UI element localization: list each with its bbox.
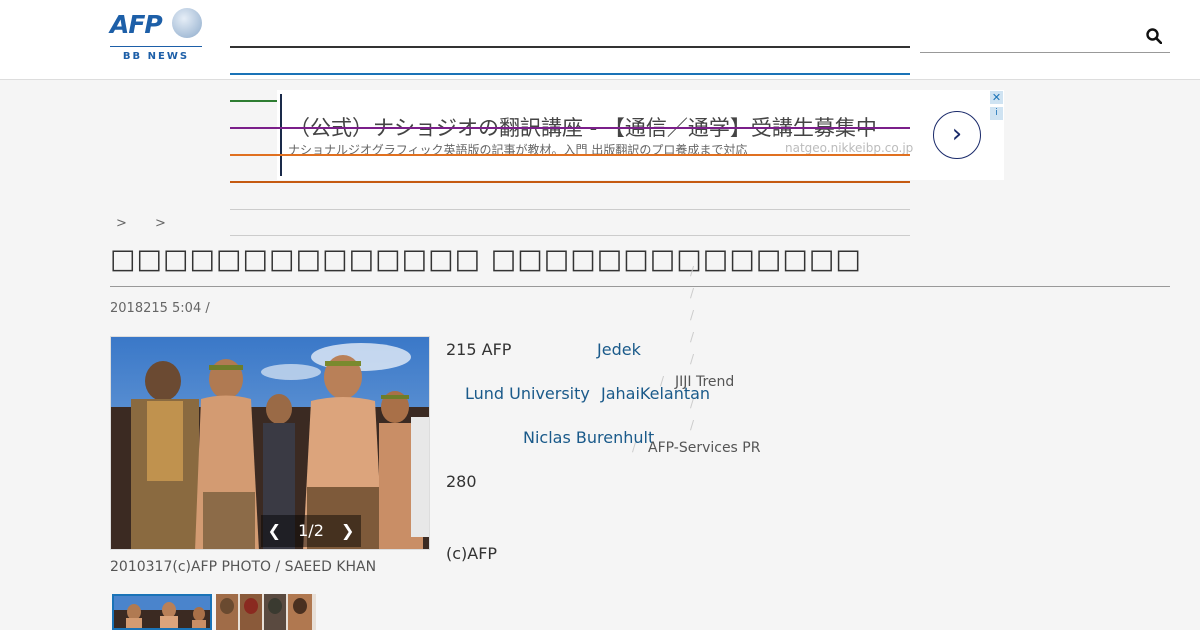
logo-text: AFP [110,10,163,39]
separator: / [690,308,695,322]
link-niclas-burenhult[interactable]: Niclas Burenhult [523,428,654,447]
nav-rule-5-over [230,154,910,156]
ad-accent-bar [280,94,282,176]
search-icon[interactable] [1146,28,1162,44]
separator: / [690,418,695,432]
ad-url[interactable]: natgeo.nikkeibp.co.jp [785,141,913,155]
thumbnail-1[interactable] [112,594,212,630]
paragraph-number: 280 [446,472,477,491]
breadcrumb-separator: > [155,216,166,231]
site-header: AFP BB NEWS [0,0,1200,80]
divider [230,209,910,210]
article-credit: (c)AFP [446,544,498,563]
separator: / [690,330,695,344]
breadcrumb-separator: > [116,216,127,231]
link-lund-university[interactable]: Lund University [465,384,590,403]
article-photo[interactable]: ❮ 1/2 ❯ [110,336,430,550]
separator: / [690,352,695,366]
nav-rule-2 [230,73,910,75]
info-icon[interactable]: i [990,107,1003,120]
photo-counter: 1/2 [298,521,324,540]
link-jedek[interactable]: Jedek [597,340,641,359]
thumbnail-image [114,596,210,628]
close-icon[interactable]: ✕ [990,91,1003,104]
ad-banner[interactable]: （公式）ナショジオの翻訳講座 - 【通信／通学】受講生募集中 ナショナルジオグラ… [277,90,1004,180]
afpbb-logo[interactable]: AFP BB NEWS [110,8,202,66]
thumbnail-2[interactable] [216,594,316,630]
title-divider [110,286,1170,287]
thumbnail-image [216,594,316,630]
nav-rule-1 [230,46,910,48]
photo-pager: ❮ 1/2 ❯ [261,515,361,547]
divider [230,235,910,236]
nav-rule-6-over [230,181,910,183]
nav-rule-3-left [230,100,277,102]
article-meta: 2018215 5:04 / [110,301,210,316]
logo-subtitle: BB NEWS [122,51,190,62]
sidebar-link-jiji-trend[interactable]: JIJI Trend [675,374,734,390]
logo-divider [110,46,202,47]
separator: / [690,286,695,300]
nav-rule-4-over [230,127,910,129]
paragraph-lead: 215 AFP [446,340,512,359]
globe-icon [172,8,202,38]
page-title: □□□□□□□□□□□□□□ □□□□□□□□□□□□□□ [110,244,862,275]
search-input[interactable] [920,22,1170,53]
sidebar-link-afp-services[interactable]: AFP-Services PR [648,440,760,456]
chevron-right-icon[interactable]: › [933,111,981,159]
chevron-right-icon[interactable]: ❯ [341,521,354,540]
chevron-left-icon[interactable]: ❮ [268,521,281,540]
breadcrumb: > > [116,216,190,231]
photo-caption: 2010317(c)AFP PHOTO / SAEED KHAN [110,559,377,575]
separator: / [690,264,695,278]
